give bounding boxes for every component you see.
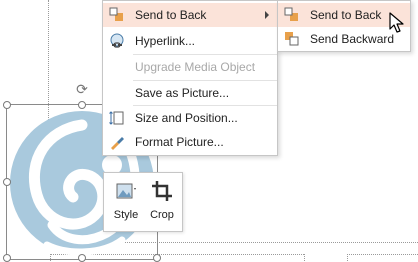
menu-item-hyperlink[interactable]: Hyperlink... <box>103 29 277 53</box>
menu-item-label: Save as Picture... <box>135 86 230 100</box>
style-button[interactable]: Style <box>108 177 144 227</box>
hyperlink-icon <box>107 31 127 51</box>
menu-item-label: Upgrade Media Object <box>135 60 256 74</box>
mouse-cursor-icon <box>389 12 405 37</box>
picture-style-icon <box>114 179 138 203</box>
submenu-item-label: Send Backward <box>310 32 395 46</box>
menu-item-size-and-position[interactable]: Size and Position... <box>103 106 277 130</box>
menu-item-label: Hyperlink... <box>135 34 196 48</box>
crop-icon <box>150 179 174 203</box>
size-position-icon <box>107 108 127 128</box>
style-label: Style <box>113 209 139 221</box>
menu-item-label: Format Picture... <box>135 135 224 149</box>
menu-item-save-as-picture[interactable]: Save as Picture... <box>103 81 277 105</box>
menu-item-upgrade-media-object: Upgrade Media Object <box>103 55 277 79</box>
crop-label: Crop <box>150 209 174 221</box>
menu-item-label: Size and Position... <box>135 111 238 125</box>
context-menu: Send to Back Hyperlink... Upgrade Media … <box>102 0 278 156</box>
rotate-handle[interactable]: ⟳ <box>75 82 89 96</box>
submenu-arrow-icon <box>265 11 269 19</box>
send-to-back-icon <box>282 5 302 25</box>
menu-item-send-to-back[interactable]: Send to Back <box>103 3 277 27</box>
placeholder-box2-top <box>347 254 418 255</box>
resize-handle-top-left[interactable] <box>3 101 11 109</box>
format-picture-icon <box>107 132 127 152</box>
mini-toolbar: Style Crop <box>103 172 183 232</box>
submenu-item-label: Send to Back <box>310 8 382 22</box>
resize-handle-top[interactable] <box>78 101 86 109</box>
menu-item-format-picture[interactable]: Format Picture... <box>103 130 277 154</box>
menu-item-label: Send to Back <box>135 8 207 22</box>
crop-button[interactable]: Crop <box>144 177 180 227</box>
placeholder-box-right <box>304 254 305 261</box>
resize-handle-left[interactable] <box>3 178 11 186</box>
send-backward-icon <box>282 29 302 49</box>
placeholder-box2-left <box>347 254 348 261</box>
send-to-back-icon <box>107 5 127 25</box>
